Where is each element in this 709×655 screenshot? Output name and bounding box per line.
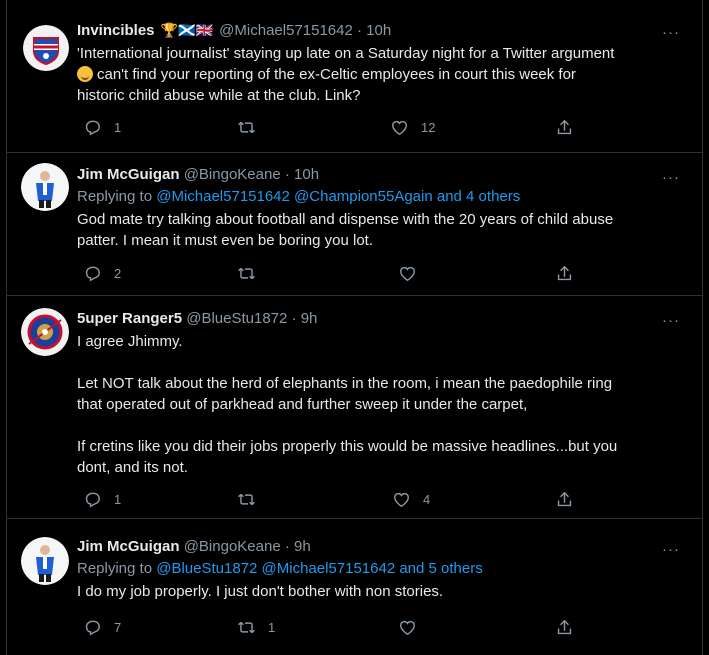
- heart-icon: [398, 264, 417, 283]
- tweet[interactable]: 5uper Ranger5 @BlueStu1872 · 9h I agree …: [7, 296, 702, 518]
- retweet-button[interactable]: [237, 490, 268, 509]
- reply-icon: [83, 118, 102, 137]
- person-avatar-icon: [21, 537, 69, 585]
- share-icon: [555, 118, 574, 137]
- heart-icon: [398, 618, 417, 637]
- separator: ·: [284, 166, 290, 183]
- tweet-content: Jim McGuigan @BingoKeane · 10h Replying …: [77, 165, 688, 251]
- like-button[interactable]: 12: [390, 118, 435, 137]
- retweet-button[interactable]: [237, 264, 268, 283]
- tweet[interactable]: Jim McGuigan @BingoKeane · 9h Replying t…: [7, 519, 702, 655]
- heart-icon: [392, 490, 411, 509]
- like-button[interactable]: 4: [392, 490, 430, 509]
- separator: ·: [291, 310, 297, 327]
- separator: ·: [284, 538, 290, 555]
- retweet-icon: [237, 490, 256, 509]
- heart-icon: [390, 118, 409, 137]
- reply-count: 2: [114, 266, 122, 281]
- timestamp[interactable]: 10h: [294, 166, 319, 183]
- club-badge-avatar[interactable]: [21, 308, 69, 356]
- tweet-header: Jim McGuigan @BingoKeane · 9h: [77, 537, 688, 557]
- more-options-icon[interactable]: ···: [662, 313, 680, 328]
- tweet-text-rest: can't find your reporting of the ex-Celt…: [77, 66, 576, 104]
- reply-count: 1: [114, 120, 122, 135]
- reply-button[interactable]: 7: [83, 618, 121, 637]
- user-handle[interactable]: @Michael57151642: [219, 22, 353, 39]
- share-icon: [555, 618, 574, 637]
- user-handle[interactable]: @BlueStu1872: [186, 310, 287, 327]
- tweet-actions: 1 4: [77, 490, 597, 510]
- tweet-actions: 7 1: [77, 618, 597, 638]
- share-button[interactable]: [555, 490, 574, 509]
- share-button[interactable]: [555, 118, 574, 137]
- reply-icon: [83, 618, 102, 637]
- share-button[interactable]: [555, 618, 574, 637]
- club-badge-icon: [21, 308, 69, 356]
- retweet-icon: [237, 118, 256, 137]
- reply-icon: [83, 264, 102, 283]
- club-crest-avatar[interactable]: [23, 25, 69, 71]
- person-avatar-icon: [21, 163, 69, 211]
- separator: ·: [357, 22, 362, 39]
- display-name[interactable]: Jim McGuigan: [77, 538, 180, 555]
- more-options-icon[interactable]: ···: [662, 25, 680, 40]
- share-icon: [555, 264, 574, 283]
- club-crest-icon: [23, 25, 69, 71]
- person-avatar[interactable]: [21, 537, 69, 585]
- replying-to: Replying to @Michael57151642 @Champion55…: [77, 187, 688, 207]
- retweet-icon: [237, 264, 256, 283]
- reply-button[interactable]: 2: [83, 264, 121, 283]
- grin-emoji-icon: [77, 66, 93, 82]
- tweet[interactable]: Jim McGuigan @BingoKeane · 10h Replying …: [7, 153, 702, 295]
- reply-mentions-link[interactable]: @Michael57151642 @Champion55Again and 4 …: [156, 188, 520, 205]
- retweet-button[interactable]: 1: [237, 618, 275, 637]
- tweet-actions: 1 12: [77, 118, 597, 138]
- replying-to-label: Replying to: [77, 188, 153, 205]
- tweet-content: 5uper Ranger5 @BlueStu1872 · 9h I agree …: [77, 309, 688, 478]
- tweet-header: Invincibles 🏆🏴󠁧󠁢󠁳󠁣󠁴󠁿🇬🇧 @Michael57151642 …: [77, 20, 688, 41]
- user-handle[interactable]: @BingoKeane: [184, 538, 281, 555]
- tweet-text: 'International journalist' staying up la…: [77, 43, 688, 106]
- retweet-icon: [237, 618, 256, 637]
- reply-icon: [83, 490, 102, 509]
- tweet-header: Jim McGuigan @BingoKeane · 10h: [77, 165, 688, 185]
- share-button[interactable]: [555, 264, 574, 283]
- retweet-button[interactable]: [237, 118, 268, 137]
- reply-count: 1: [114, 492, 122, 507]
- like-button[interactable]: [398, 264, 429, 283]
- like-button[interactable]: [398, 618, 429, 637]
- tweet-text: I do my job properly. I just don't bothe…: [77, 583, 444, 600]
- more-options-icon[interactable]: ···: [662, 542, 680, 557]
- retweet-count: 1: [268, 620, 276, 635]
- reply-mentions-link[interactable]: @BlueStu1872 @Michael57151642 and 5 othe…: [156, 560, 483, 577]
- timestamp[interactable]: 10h: [366, 22, 391, 39]
- timestamp[interactable]: 9h: [301, 310, 318, 327]
- name-badges: 🏆🏴󠁧󠁢󠁳󠁣󠁴󠁿🇬🇧: [160, 22, 213, 38]
- tweet-content: Jim McGuigan @BingoKeane · 9h Replying t…: [77, 537, 688, 602]
- tweet-header: 5uper Ranger5 @BlueStu1872 · 9h: [77, 309, 688, 329]
- user-handle[interactable]: @BingoKeane: [184, 166, 281, 183]
- share-icon: [555, 490, 574, 509]
- display-name[interactable]: Jim McGuigan: [77, 166, 180, 183]
- tweet-content: Invincibles 🏆🏴󠁧󠁢󠁳󠁣󠁴󠁿🇬🇧 @Michael57151642 …: [77, 20, 688, 106]
- reply-button[interactable]: 1: [83, 490, 121, 509]
- display-name[interactable]: Invincibles: [77, 22, 155, 39]
- tweet-text: I agree Jhimmy. Let NOT talk about the h…: [77, 333, 618, 476]
- like-count: 4: [423, 492, 431, 507]
- tweet-text: God mate try talking about football and …: [77, 211, 614, 249]
- tweet[interactable]: Invincibles 🏆🏴󠁧󠁢󠁳󠁣󠁴󠁿🇬🇧 @Michael57151642 …: [7, 0, 702, 152]
- replying-to-label: Replying to: [77, 560, 153, 577]
- reply-count: 7: [114, 620, 122, 635]
- timestamp[interactable]: 9h: [294, 538, 311, 555]
- tweet-thread: Invincibles 🏆🏴󠁧󠁢󠁳󠁣󠁴󠁿🇬🇧 @Michael57151642 …: [6, 0, 703, 655]
- reply-button[interactable]: 1: [83, 118, 121, 137]
- person-avatar[interactable]: [21, 163, 69, 211]
- display-name[interactable]: 5uper Ranger5: [77, 310, 182, 327]
- more-options-icon[interactable]: ···: [662, 170, 680, 185]
- like-count: 12: [421, 120, 436, 135]
- tweet-text-line: 'International journalist' staying up la…: [77, 45, 615, 62]
- replying-to: Replying to @BlueStu1872 @Michael5715164…: [77, 559, 688, 579]
- tweet-actions: 2: [77, 264, 597, 284]
